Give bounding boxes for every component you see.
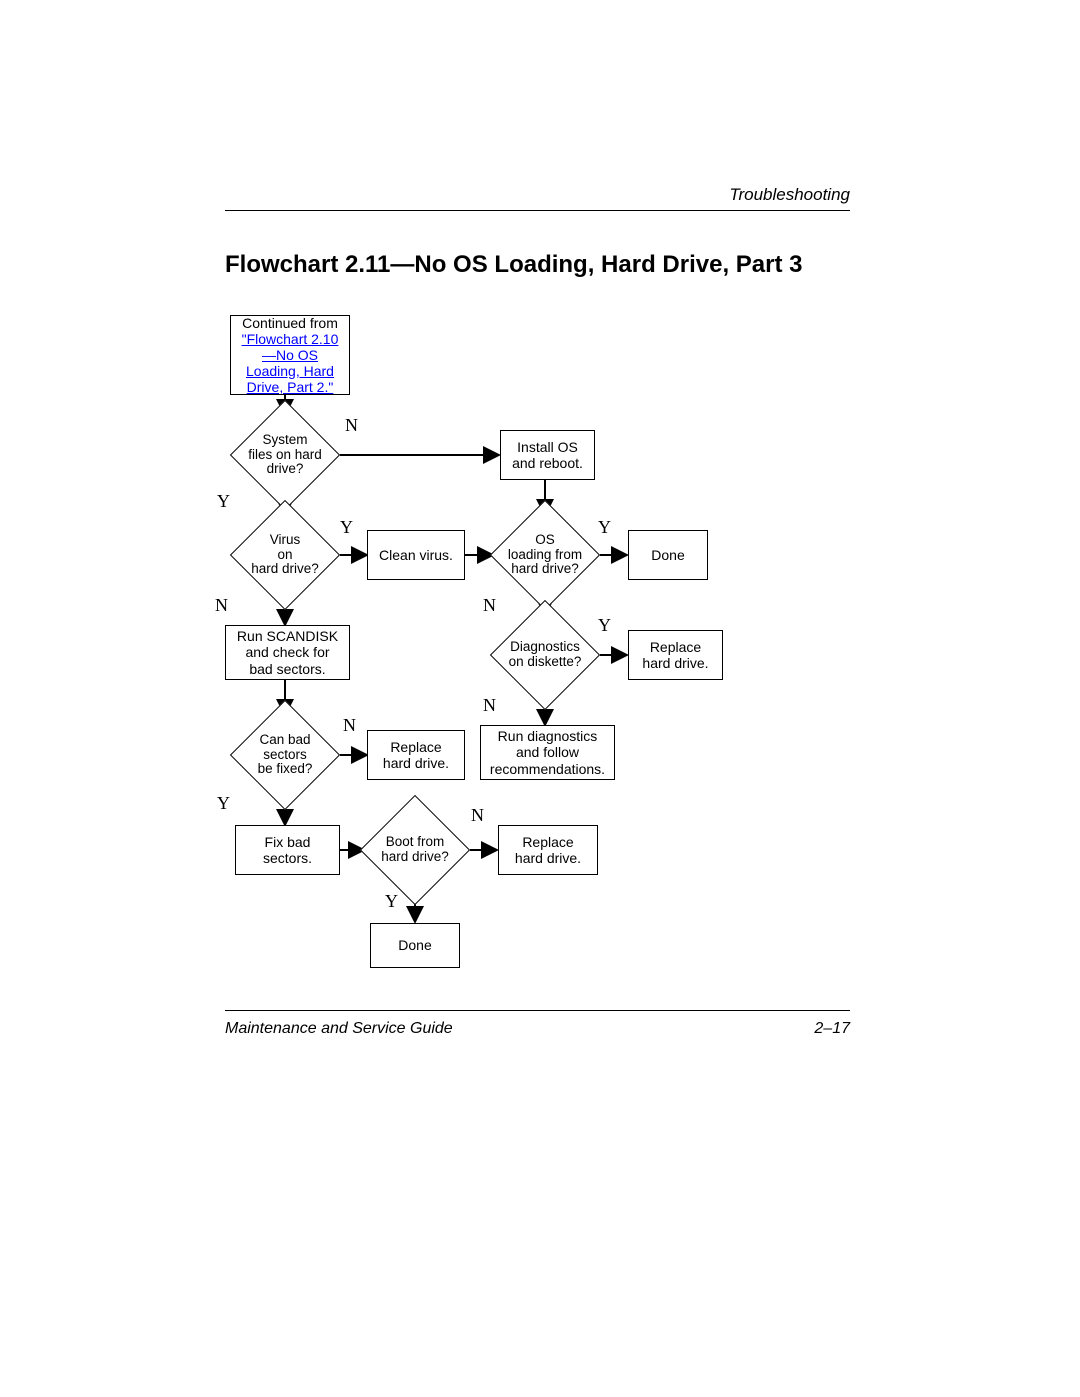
footer-guide-label: Maintenance and Service Guide [225,1020,453,1038]
edge-label: N [215,595,228,616]
edge-label: N [471,805,484,826]
edge-label: Y [340,517,353,538]
footer-page-number: 2–17 [814,1020,850,1038]
process-clean-virus-text: Clean virus. [379,547,453,563]
origin-prefix: Continued from [242,315,338,331]
decision-diagnostics-diskette: Diagnostics on diskette? [490,610,600,700]
origin-text: Continued from "Flowchart 2.10—No OS Loa… [235,315,345,395]
process-fix-bad-sectors-text: Fix bad sectors. [263,834,312,866]
terminal-done-bottom: Done [370,923,460,968]
process-replace-hd-3-text: Replace hard drive. [515,834,581,866]
terminal-done-top-text: Done [651,547,684,563]
header-rule [225,210,850,211]
edge-label: Y [385,891,398,912]
decision-virus-text: Virus on hard drive? [235,533,335,578]
process-run-scandisk: Run SCANDISK and check for bad sectors. [225,625,350,680]
decision-virus: Virus on hard drive? [230,510,340,600]
process-replace-hd-3: Replace hard drive. [498,825,598,875]
terminal-done-top: Done [628,530,708,580]
edge-label: Y [217,491,230,512]
process-run-diagnostics-text: Run diagnostics and follow recommendatio… [490,728,605,776]
process-fix-bad-sectors: Fix bad sectors. [235,825,340,875]
edge-label: Y [598,517,611,538]
header-section-label: Troubleshooting [729,185,850,205]
process-run-scandisk-text: Run SCANDISK and check for bad sectors. [237,628,338,676]
decision-os-loading-text: OS loading from hard drive? [495,533,595,578]
process-run-diagnostics: Run diagnostics and follow recommendatio… [480,725,615,780]
decision-system-files: System files on hard drive? [230,410,340,500]
flowchart-title: Flowchart 2.11—No OS Loading, Hard Drive… [225,250,850,280]
process-install-os: Install OS and reboot. [500,430,595,480]
page: Troubleshooting Flowchart 2.11—No OS Loa… [0,0,1080,1397]
process-clean-virus: Clean virus. [367,530,465,580]
origin-box: Continued from "Flowchart 2.10—No OS Loa… [230,315,350,395]
process-replace-hd-1: Replace hard drive. [628,630,723,680]
decision-system-files-text: System files on hard drive? [235,433,335,478]
process-replace-hd-1-text: Replace hard drive. [642,639,708,671]
edge-label: Y [598,615,611,636]
terminal-done-bottom-text: Done [398,937,431,953]
decision-boot-hd: Boot from hard drive? [360,805,470,895]
edge-label: Y [217,793,230,814]
origin-link[interactable]: "Flowchart 2.10—No OS Loading, Hard Driv… [242,331,339,395]
edge-label: N [343,715,356,736]
edge-label: N [345,415,358,436]
decision-os-loading: OS loading from hard drive? [490,510,600,600]
process-replace-hd-2: Replace hard drive. [367,730,465,780]
process-replace-hd-2-text: Replace hard drive. [383,739,449,771]
decision-bad-sectors-fix-text: Can bad sectors be fixed? [235,733,335,778]
edge-label: N [483,695,496,716]
process-install-os-text: Install OS and reboot. [512,439,583,471]
flowchart-canvas: Continued from "Flowchart 2.10—No OS Loa… [225,315,850,995]
decision-diagnostics-diskette-text: Diagnostics on diskette? [495,640,595,670]
decision-boot-hd-text: Boot from hard drive? [365,835,465,865]
decision-bad-sectors-fix: Can bad sectors be fixed? [230,710,340,800]
footer-rule [225,1010,850,1011]
